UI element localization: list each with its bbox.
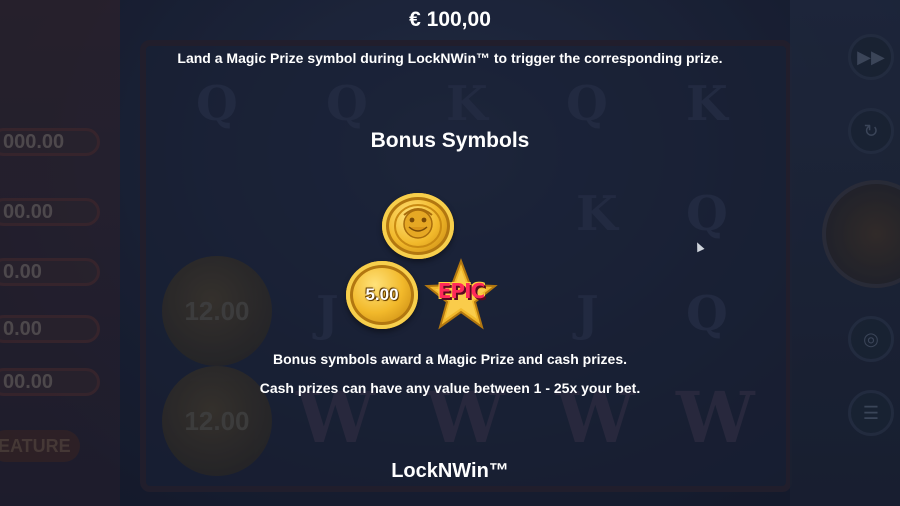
- next-section-title: LockNWin™: [391, 460, 509, 482]
- cash-coin-value: 5.00: [365, 285, 399, 304]
- bonus-coin-face-icon: [382, 193, 454, 259]
- bonus-description: Bonus symbols award a Magic Prize and ca…: [272, 351, 627, 367]
- cash-prize-description: Cash prizes can have any value between 1…: [259, 380, 641, 396]
- prize-amount: € 100,00: [409, 8, 491, 31]
- epic-star-icon: EPIC: [424, 257, 498, 331]
- cash-coin-icon: 5.00: [346, 261, 418, 329]
- magic-prize-description: Land a Magic Prize symbol during LockNWi…: [177, 50, 723, 66]
- epic-label: EPIC: [437, 279, 485, 303]
- section-title: Bonus Symbols: [370, 129, 530, 152]
- paytable-overlay: € 100,00 Land a Magic Prize symbol durin…: [0, 0, 900, 506]
